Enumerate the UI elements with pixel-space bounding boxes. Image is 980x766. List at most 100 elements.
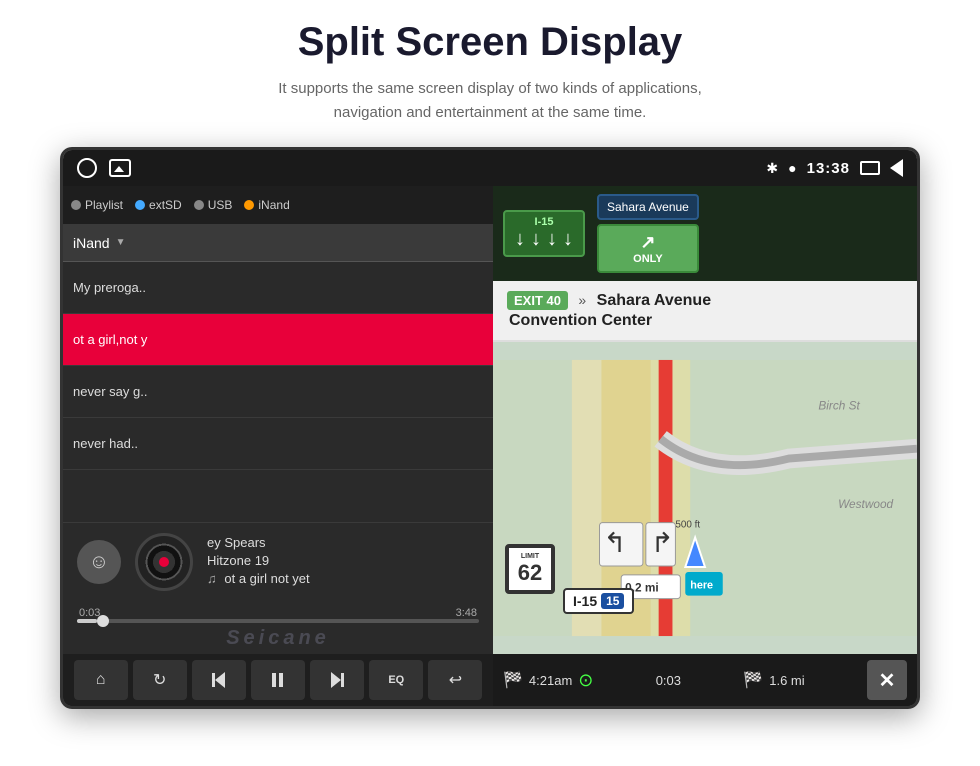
arrow-4: ↓: [563, 228, 573, 251]
map-area: Birch St Westwood here 0.2 mi 500 ft ↰: [493, 342, 917, 654]
progress-bar-track[interactable]: [77, 619, 479, 623]
clock-icon: ⊙: [578, 670, 593, 691]
svg-text:↰: ↰: [603, 527, 626, 558]
pause-button[interactable]: [251, 660, 305, 700]
only-arrow-icon: ↗: [640, 232, 655, 253]
time-remaining: 0:03: [656, 673, 681, 688]
source-bar: Playlist extSD USB iNand: [63, 186, 493, 224]
track-artist: ey Spears: [207, 535, 479, 550]
radio-dot-usb: [194, 200, 204, 210]
back-icon: [890, 159, 903, 177]
person-icon: ☺: [89, 551, 109, 574]
dropdown-arrow-icon: ▼: [116, 237, 126, 248]
navigation-panel: I-15 ↓ ↓ ↓ ↓ Sahara Avenue ↗ ONLY: [493, 186, 917, 706]
return-button[interactable]: ↩: [428, 660, 482, 700]
repeat-button[interactable]: ↻: [133, 660, 187, 700]
exit-info: EXIT 40 » Sahara Avenue Convention Cente…: [493, 281, 917, 342]
radio-dot-inand: [244, 200, 254, 210]
next-button[interactable]: [310, 660, 364, 700]
nav-close-button[interactable]: ✕: [867, 660, 907, 700]
skip-back-icon: [212, 672, 225, 688]
arrow-3: ↓: [547, 228, 557, 251]
arrival-info: 🏁 4:21am ⊙: [503, 670, 593, 691]
inand-selector[interactable]: iNand ▼: [63, 224, 493, 262]
source-extsd[interactable]: extSD: [135, 198, 182, 212]
track-info: ey Spears Hitzone 19 ♫ ot a girl not yet: [207, 535, 479, 589]
circle-icon: [77, 158, 97, 178]
svg-text:Birch St: Birch St: [818, 398, 860, 412]
track-song: ♫ ot a girl not yet: [207, 571, 479, 586]
svg-text:here: here: [690, 580, 713, 592]
progress-times: 0:03 3:48: [77, 607, 479, 619]
source-inand-tab[interactable]: iNand: [244, 198, 289, 212]
song-list: My preroga.. ot a girl,not y never say g…: [63, 262, 493, 522]
prev-button[interactable]: [192, 660, 246, 700]
playlist-label: Playlist: [85, 198, 123, 212]
distance-info: 🏁 1.6 mi: [743, 670, 804, 690]
status-bar: ✱ ● 13:38: [63, 150, 917, 186]
home-button[interactable]: ⌂: [74, 660, 128, 700]
screen-icon: [860, 161, 880, 175]
nav-bottom-bar: 🏁 4:21am ⊙ 0:03 🏁 1.6 mi ✕: [493, 654, 917, 706]
eq-label: EQ: [388, 674, 404, 686]
highway-signs: I-15 ↓ ↓ ↓ ↓ Sahara Avenue ↗ ONLY: [493, 186, 917, 281]
flag-end-icon: 🏁: [743, 670, 763, 690]
song-item-4[interactable]: never had..: [63, 418, 493, 470]
skip-forward-icon: [331, 672, 344, 688]
song-item-3[interactable]: never say g..: [63, 366, 493, 418]
radio-dot-extsd: [135, 200, 145, 210]
arrival-time: 4:21am: [529, 673, 572, 688]
page-subtitle: It supports the same screen display of t…: [278, 77, 702, 125]
svg-text:Westwood: Westwood: [838, 497, 893, 511]
svg-text:↱: ↱: [651, 527, 674, 558]
exit-badge: EXIT 40: [507, 291, 568, 310]
route-name: I-15: [573, 593, 597, 609]
only-sign: ↗ ONLY: [597, 224, 699, 273]
progress-thumb[interactable]: [97, 615, 109, 627]
progress-bar-fill: [77, 619, 97, 623]
pause-icon: [272, 673, 283, 687]
speed-limit-label: LIMIT: [521, 553, 539, 560]
playback-controls: ⌂ ↻: [63, 654, 493, 706]
source-usb[interactable]: USB: [194, 198, 233, 212]
song-item-2[interactable]: ot a girl,not y: [63, 314, 493, 366]
extsd-label: extSD: [149, 198, 182, 212]
watermark: Seicane: [226, 627, 330, 649]
only-label: ONLY: [633, 253, 663, 265]
arrow-2: ↓: [531, 228, 541, 251]
usb-label: USB: [208, 198, 233, 212]
page-title: Split Screen Display: [298, 20, 683, 65]
i15-sign: I-15 15: [563, 588, 634, 614]
destination-text: Sahara Avenue: [597, 292, 711, 309]
inand-label: iNand: [73, 235, 110, 251]
radio-dot-playlist: [71, 200, 81, 210]
song-item-1[interactable]: My preroga..: [63, 262, 493, 314]
image-icon: [109, 159, 131, 177]
flag-start-icon: 🏁: [503, 670, 523, 690]
distance-label: 1.6 mi: [769, 673, 804, 688]
disc-center: [159, 557, 169, 567]
status-left: [77, 158, 131, 178]
eq-button[interactable]: EQ: [369, 660, 423, 700]
speed-number: 62: [518, 560, 542, 586]
total-time: 3:48: [456, 607, 477, 619]
bluetooth-icon: ✱: [766, 160, 778, 177]
time-display: 13:38: [807, 160, 850, 177]
return-icon: ↩: [449, 670, 462, 690]
time-remaining-info: 0:03: [656, 673, 681, 688]
track-album: Hitzone 19: [207, 553, 479, 568]
player-area: ☺ ey Spears Hitzone 19 ♫ ot a girl not y…: [63, 522, 493, 601]
svg-text:500 ft: 500 ft: [675, 520, 700, 531]
album-disc: [135, 533, 193, 591]
music-note-icon: ♫: [207, 571, 217, 586]
map-svg: Birch St Westwood here 0.2 mi 500 ft ↰: [493, 342, 917, 654]
main-area: Playlist extSD USB iNand iNand ▼: [63, 186, 917, 706]
source-playlist[interactable]: Playlist: [71, 198, 123, 212]
artist-avatar: ☺: [77, 540, 121, 584]
repeat-icon: ↻: [153, 670, 166, 690]
music-panel: Playlist extSD USB iNand iNand ▼: [63, 186, 493, 706]
interstate-badge: 15: [601, 593, 624, 609]
speed-sign: LIMIT 62: [505, 544, 555, 594]
home-icon: ⌂: [96, 671, 106, 689]
device-frame: ✱ ● 13:38 Playlist extSD: [60, 147, 920, 709]
